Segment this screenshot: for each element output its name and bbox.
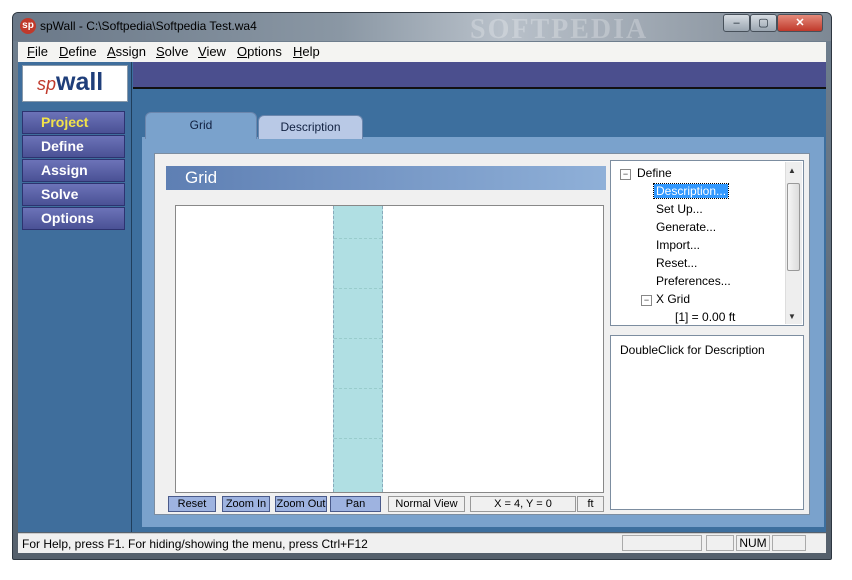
tree-item-preferences[interactable]: Preferences... (656, 274, 731, 288)
menu-define[interactable]: Define (59, 44, 97, 59)
define-tree[interactable]: − Define Description... Set Up... Genera… (610, 160, 804, 326)
tab-description[interactable]: Description (258, 115, 363, 139)
nav-options[interactable]: Options (22, 207, 125, 230)
tree-root-define[interactable]: Define (637, 166, 672, 180)
grid-line (334, 288, 382, 289)
grid-line (334, 338, 382, 339)
menu-file[interactable]: File (27, 44, 48, 59)
panel-header: Grid (166, 166, 606, 190)
tree-item-generate[interactable]: Generate... (656, 220, 716, 234)
status-cell (706, 535, 734, 551)
nav-project[interactable]: Project (22, 111, 125, 134)
collapse-icon[interactable]: − (620, 169, 631, 180)
maximize-button[interactable]: ▢ (750, 14, 777, 32)
grid-line (334, 238, 382, 239)
logo-sp-text: sp (37, 74, 57, 94)
close-button[interactable]: ✕ (777, 14, 823, 32)
app-icon[interactable]: sp (20, 18, 36, 34)
tree-item-setup[interactable]: Set Up... (656, 202, 703, 216)
description-hint: DoubleClick for Description (620, 343, 765, 357)
menu-assign[interactable]: Assign (107, 44, 146, 59)
minimize-button[interactable]: – (723, 14, 750, 32)
description-box[interactable] (610, 335, 804, 510)
zoom-in-button[interactable]: Zoom In (222, 496, 270, 512)
tree-item-reset[interactable]: Reset... (656, 256, 697, 270)
scroll-up-icon[interactable]: ▲ (788, 166, 796, 175)
tab-grid[interactable]: Grid (145, 112, 257, 139)
reset-button[interactable]: Reset (168, 496, 216, 512)
menu-view[interactable]: View (198, 44, 226, 59)
grid-wall-band (333, 206, 383, 492)
tree-item-xgrid-entry[interactable]: [1] = 0.00 ft (675, 310, 735, 324)
zoom-out-button[interactable]: Zoom Out (275, 496, 327, 512)
pan-button[interactable]: Pan (330, 496, 381, 512)
window-title: spWall - C:\Softpedia\Softpedia Test.wa4 (40, 19, 257, 33)
menu-help[interactable]: Help (293, 44, 320, 59)
status-help-text: For Help, press F1. For hiding/showing t… (22, 537, 368, 551)
nav-solve[interactable]: Solve (22, 183, 125, 206)
logo-wall-text: wall (56, 68, 104, 96)
maximize-icon: ▢ (758, 17, 769, 29)
collapse-icon[interactable]: − (641, 295, 652, 306)
tree-item-xgrid[interactable]: X Grid (656, 292, 690, 306)
grid-line (334, 388, 382, 389)
nav-define[interactable]: Define (22, 135, 125, 158)
tree-item-import[interactable]: Import... (656, 238, 700, 252)
units-readout: ft (577, 496, 604, 512)
menu-options[interactable]: Options (237, 44, 282, 59)
close-icon: ✕ (795, 17, 805, 29)
scroll-down-icon[interactable]: ▼ (788, 312, 796, 321)
nav-assign[interactable]: Assign (22, 159, 125, 182)
minimize-icon: – (733, 17, 740, 29)
menu-bar: File Define Assign Solve View Options He… (18, 42, 826, 62)
status-cell (622, 535, 702, 551)
scrollbar-thumb[interactable] (787, 183, 800, 271)
status-cell (772, 535, 806, 551)
top-band (133, 62, 826, 89)
grid-canvas[interactable] (175, 205, 604, 493)
coordinate-readout: X = 4, Y = 0 (470, 496, 576, 512)
menu-solve[interactable]: Solve (156, 44, 189, 59)
num-lock-indicator: NUM (736, 535, 770, 551)
tree-item-description[interactable]: Description... (652, 183, 730, 199)
view-mode-readout: Normal View (388, 496, 465, 512)
grid-line (334, 438, 382, 439)
